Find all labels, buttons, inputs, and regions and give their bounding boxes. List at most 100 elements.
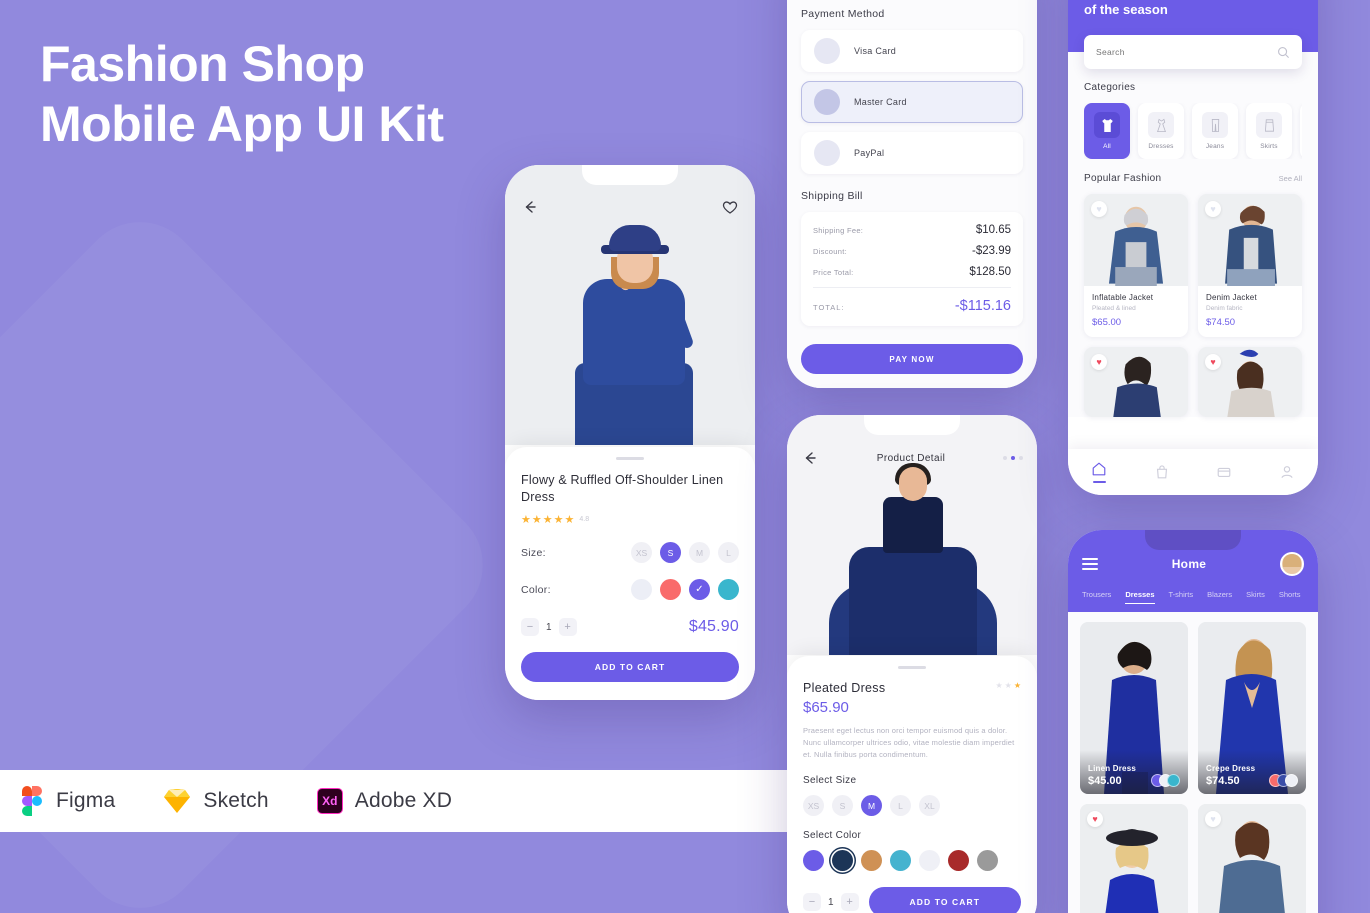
product-info: Denim Jacket Denim fabric $74.50 (1198, 286, 1302, 337)
search-input[interactable] (1096, 47, 1252, 57)
quantity-increase-button[interactable]: + (558, 618, 577, 636)
product-overlay: Linen Dress $45.00 (1080, 750, 1188, 794)
color-option-coral[interactable] (660, 579, 681, 600)
heart-icon[interactable]: ♥ (1091, 201, 1107, 217)
page-title: Fashion Shop Mobile App UI Kit (40, 34, 444, 154)
payment-option-mastercard[interactable]: Master Card (801, 81, 1023, 123)
product-card[interactable]: Crepe Dress $74.50 (1198, 622, 1306, 794)
size-option-s[interactable]: S (660, 542, 681, 563)
pay-now-button[interactable]: PAY NOW (801, 344, 1023, 374)
heart-icon[interactable]: ♥ (1205, 811, 1221, 827)
swatch-teal[interactable] (1167, 774, 1180, 787)
hero-tagline: Discover the most trendy products of the… (1084, 2, 1168, 17)
color-label: Color: (521, 583, 551, 596)
heart-icon-active[interactable]: ♥ (1205, 354, 1221, 370)
tab-wallet[interactable] (1216, 464, 1232, 480)
heart-icon-active[interactable]: ♥ (1087, 811, 1103, 827)
color-option-navy-selected[interactable] (832, 850, 853, 871)
tab-trousers[interactable]: Trousers (1082, 590, 1111, 604)
swatch-white[interactable] (1285, 774, 1298, 787)
tab-blazers[interactable]: Blazers (1207, 590, 1232, 604)
color-option-white[interactable] (919, 850, 940, 871)
product-card[interactable]: Linen Dress $45.00 (1080, 622, 1188, 794)
color-option-teal[interactable] (890, 850, 911, 871)
sheet-grabber[interactable] (898, 666, 926, 669)
product-card[interactable]: ♥ Denim Jacket Denim fabric $74.50 (1198, 194, 1302, 337)
phone-product-detail: Flowy & Ruffled Off-Shoulder Linen Dress… (505, 165, 755, 700)
tool-figma: Figma (22, 786, 115, 816)
color-option-gray[interactable] (977, 850, 998, 871)
back-arrow-icon[interactable] (801, 449, 819, 467)
star-icon: ★ (531, 514, 542, 526)
product-info: Inflatable Jacket Pleated & lined $65.00 (1084, 286, 1188, 337)
bill-label: Discount: (813, 247, 847, 256)
heart-icon[interactable]: ♥ (1205, 201, 1221, 217)
shipping-bill-title: Shipping Bill (801, 190, 863, 202)
size-option-xs[interactable]: XS (803, 795, 824, 816)
payment-method-title: Payment Method (801, 8, 885, 20)
cart-row: − 1 + ADD TO CART (803, 887, 1021, 913)
tab-home[interactable] (1091, 461, 1107, 483)
category-tshirts[interactable]: Ts (1300, 103, 1302, 159)
tab-active-underline (1092, 481, 1106, 483)
add-to-cart-button[interactable]: ADD TO CART (521, 652, 739, 682)
pager-dot[interactable] (1002, 456, 1007, 460)
quantity-decrease-button[interactable]: − (521, 618, 539, 636)
tab-dresses[interactable]: Dresses (1125, 590, 1155, 604)
product-overlay: Crepe Dress $74.50 (1198, 750, 1306, 794)
sheet-grabber[interactable] (616, 457, 644, 460)
product-card[interactable]: ♥ (1080, 804, 1188, 913)
size-option-l[interactable]: L (718, 542, 739, 563)
back-arrow-icon[interactable] (521, 198, 539, 216)
payment-option-paypal[interactable]: PayPal (801, 132, 1023, 174)
product-card[interactable]: ♥ (1198, 804, 1306, 913)
avatar[interactable] (1279, 552, 1304, 576)
product-card[interactable]: ♥ (1198, 347, 1302, 417)
category-skirts[interactable]: Skirts (1246, 103, 1292, 159)
product-price: $45.90 (688, 618, 739, 635)
phone-home-discover: Home Discover the most trendy products o… (1068, 0, 1318, 495)
payment-option-visa[interactable]: Visa Card (801, 30, 1023, 72)
search-bar[interactable] (1084, 35, 1302, 69)
tab-bag[interactable] (1154, 464, 1170, 480)
rating-value: 4.8 (579, 516, 590, 523)
color-option-purple-selected[interactable]: ✓ (689, 579, 710, 600)
pager-dot[interactable] (1018, 456, 1023, 460)
hamburger-icon[interactable] (1082, 558, 1098, 570)
product-card[interactable]: ♥ Inflatable Jacket Pleated & lined $65.… (1084, 194, 1188, 337)
header-title: Product Detail (876, 452, 946, 464)
tab-tshirts[interactable]: T-shirts (1169, 590, 1194, 604)
add-to-cart-button[interactable]: ADD TO CART (868, 887, 1021, 913)
category-label: Skirts (1260, 143, 1278, 150)
heart-icon-active[interactable]: ♥ (1091, 354, 1107, 370)
search-icon[interactable] (1277, 46, 1290, 59)
tab-profile[interactable] (1279, 464, 1295, 480)
quantity-decrease-button[interactable]: − (803, 893, 821, 911)
size-option-m[interactable]: M (861, 795, 882, 816)
size-option-m[interactable]: M (689, 542, 710, 563)
heart-outline-icon[interactable] (721, 198, 739, 216)
color-option-red[interactable] (948, 850, 969, 871)
tab-shorts[interactable]: Shorts (1279, 590, 1301, 604)
product-price: $65.00 (1092, 317, 1122, 328)
category-all[interactable]: All (1084, 103, 1130, 159)
size-option-s[interactable]: S (832, 795, 853, 816)
size-option-xs[interactable]: XS (631, 542, 652, 563)
pager-dot-active[interactable] (1010, 456, 1015, 460)
model-illustration (505, 183, 755, 445)
quantity-increase-button[interactable]: + (840, 893, 859, 911)
category-jeans[interactable]: Jeans (1192, 103, 1238, 159)
color-option-teal[interactable] (718, 579, 739, 600)
color-option-tan[interactable] (861, 850, 882, 871)
bill-value: -$23.99 (971, 245, 1011, 257)
product-card[interactable]: ♥ (1084, 347, 1188, 417)
tab-skirts[interactable]: Skirts (1246, 590, 1265, 604)
category-dresses[interactable]: Dresses (1138, 103, 1184, 159)
size-option-l[interactable]: L (890, 795, 911, 816)
home-body: Linen Dress $45.00 Crepe Dress $74.50 ♥ … (1068, 612, 1318, 913)
see-all-link[interactable]: See All (1279, 174, 1302, 183)
size-option-xl[interactable]: XL (919, 795, 940, 816)
color-option-white[interactable] (631, 579, 652, 600)
color-option-purple[interactable] (803, 850, 824, 871)
header-row: Home (1082, 552, 1304, 576)
